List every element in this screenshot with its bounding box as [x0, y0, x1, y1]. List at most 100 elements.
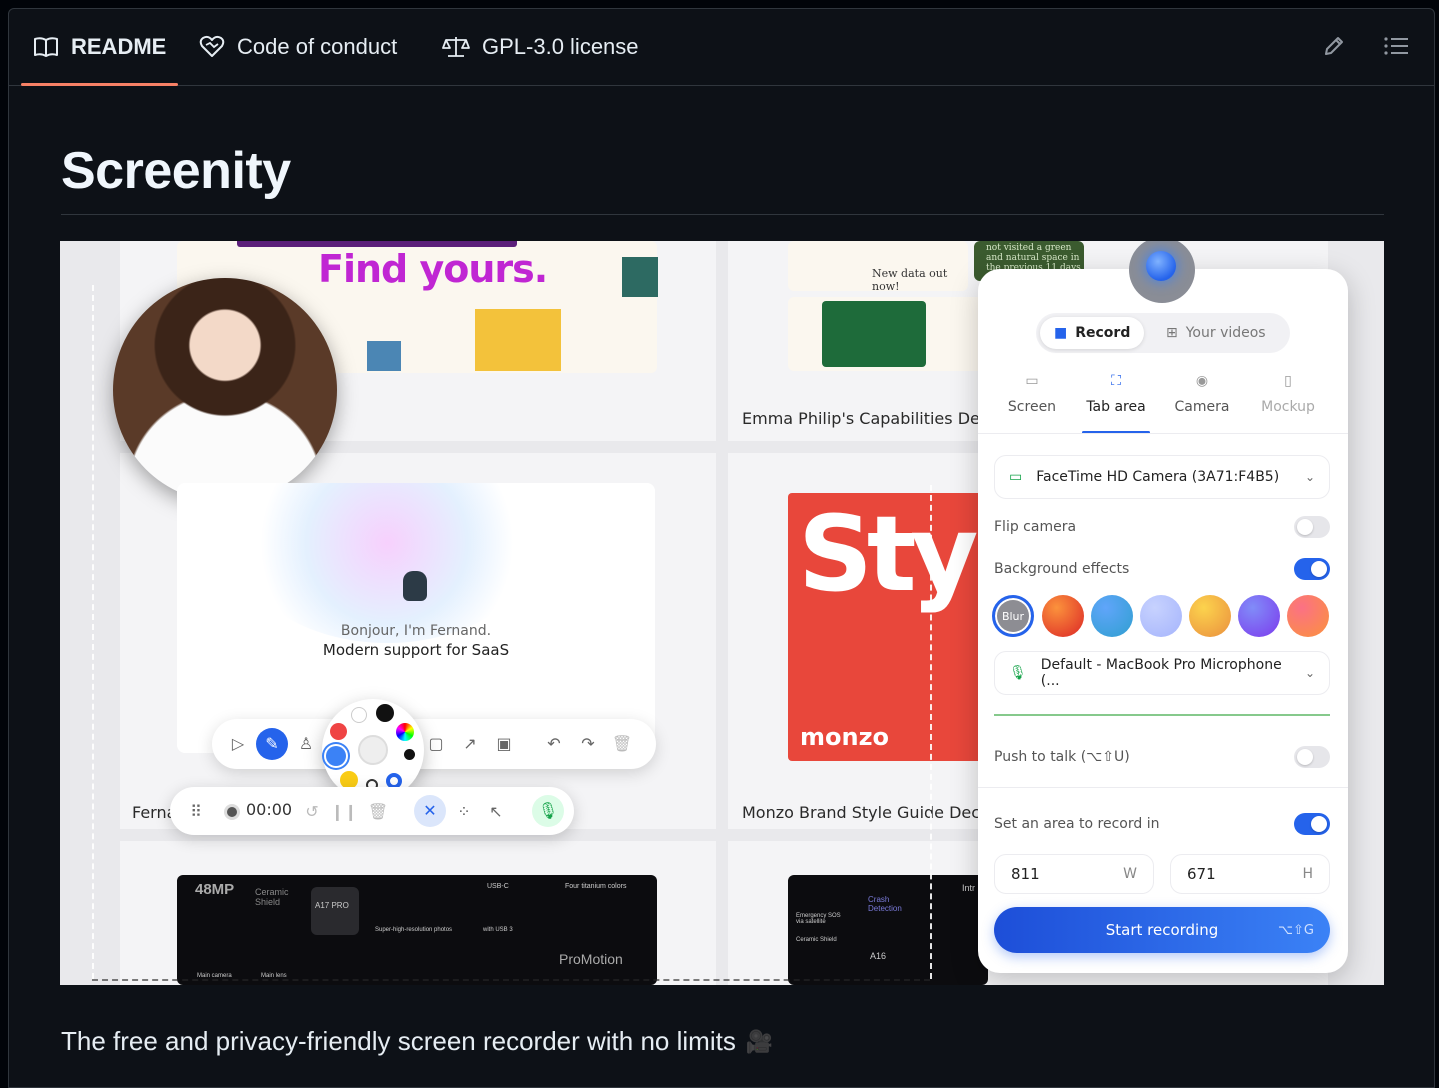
push-to-talk-toggle[interactable] — [1294, 746, 1330, 768]
flip-camera-toggle[interactable] — [1294, 516, 1330, 538]
spec-text: 48MP — [195, 881, 235, 898]
camera-select-value: FaceTime HD Camera (3A71:F4B5) — [1036, 469, 1280, 485]
gradient-glow — [237, 483, 537, 643]
background-swatch[interactable] — [1091, 595, 1133, 637]
trash-icon[interactable]: 🗑 — [366, 800, 390, 824]
cursor-icon[interactable]: ↖ — [484, 800, 508, 824]
color-swatch[interactable] — [396, 723, 414, 741]
color-swatch[interactable] — [404, 749, 415, 760]
divider — [978, 787, 1348, 788]
color-palette[interactable] — [322, 699, 424, 801]
edit-file-button[interactable] — [1319, 33, 1349, 63]
background-swatch[interactable] — [1189, 595, 1231, 637]
selection-edge — [930, 485, 932, 979]
start-recording-button[interactable]: Start recording ⌥⇧G — [994, 907, 1330, 953]
mode-screen[interactable]: ▭ Screen — [992, 373, 1072, 415]
monzo-logo: monzo — [800, 723, 890, 751]
image-icon[interactable]: ▣ — [492, 732, 516, 756]
width-field[interactable]: 811 W — [994, 854, 1154, 894]
background-effects-label: Background effects — [994, 561, 1130, 577]
mode-camera[interactable]: ◉ Camera — [1162, 373, 1242, 415]
spec-text: Super-high-resolution photos — [375, 927, 453, 933]
pencil-icon — [1322, 34, 1346, 63]
your-videos-segment[interactable]: ⊞ Your videos — [1152, 317, 1280, 349]
microphone-icon[interactable]: 🎙 — [532, 795, 564, 827]
fernand-line-2: Modern support for SaaS — [322, 641, 510, 659]
deck-slide — [822, 301, 926, 367]
spec-text: Ceramic Shield — [255, 887, 289, 907]
camera-bubble[interactable] — [113, 278, 337, 502]
flip-camera-label: Flip camera — [994, 519, 1077, 535]
highlighter-icon[interactable]: ♙ — [294, 732, 318, 756]
arrow-icon[interactable]: ↗ — [458, 732, 482, 756]
pen-icon[interactable]: ✎ — [256, 728, 288, 760]
push-to-talk-label: Push to talk (⌥⇧U) — [994, 749, 1130, 765]
chevron-down-icon: ⌄ — [1304, 666, 1315, 680]
tab-license[interactable]: GPL-3.0 license — [442, 9, 639, 85]
video-camera-icon: 🎥 — [745, 1028, 774, 1054]
flip-camera-row: Flip camera — [994, 515, 1330, 539]
recording-toolbar: ⠿ 00:00 ↺ ❙❙ 🗑 ✕ ⁘ ↖ 🎙 — [170, 787, 574, 835]
iphone-spec-sheet: Crash Detection Emergency SOS via satell… — [788, 875, 988, 985]
chevron-down-icon: ⌄ — [1304, 470, 1315, 484]
rectangle-icon[interactable]: ▢ — [424, 732, 448, 756]
hero-screenshot: Find yours. New data out now! not visite… — [60, 241, 1384, 985]
list-icon — [1383, 35, 1409, 62]
background-swatch[interactable] — [1287, 595, 1329, 637]
background-swatch[interactable] — [1238, 595, 1280, 637]
stop-icon[interactable] — [220, 800, 244, 824]
mode-label: Screen — [1007, 399, 1057, 415]
background-swatch[interactable] — [1042, 595, 1084, 637]
pointer-icon[interactable]: ▷ — [226, 732, 250, 756]
microphone-select[interactable]: 🎙 Default - MacBook Pro Microphone (... … — [994, 651, 1330, 695]
trash-icon[interactable]: 🗑 — [610, 732, 634, 756]
pause-icon[interactable]: ❙❙ — [331, 800, 358, 824]
record-area-toggle[interactable] — [1294, 813, 1330, 835]
crop-icon: ⛶ — [1111, 373, 1121, 389]
selection-edge — [92, 979, 930, 981]
record-segment[interactable]: ■ Record — [1040, 317, 1145, 349]
microphone-select-value: Default - MacBook Pro Microphone (... — [1040, 657, 1282, 689]
record-area-label: Set an area to record in — [994, 816, 1160, 832]
background-swatch[interactable] — [1140, 595, 1182, 637]
camera-select[interactable]: ▭ FaceTime HD Camera (3A71:F4B5) ⌄ — [994, 455, 1330, 499]
monzo-headline: Sty — [798, 493, 978, 615]
color-swatch[interactable] — [330, 723, 347, 740]
restart-icon[interactable]: ↺ — [300, 800, 324, 824]
outline-button[interactable] — [1381, 33, 1411, 63]
spec-text: USB-C — [487, 883, 509, 890]
tab-readme[interactable]: README — [20, 9, 179, 86]
tab-code-of-conduct[interactable]: Code of conduct — [199, 9, 397, 85]
height-field[interactable]: 671 H — [1170, 854, 1330, 894]
card-label: Emma Philip's Capabilities Deck — [742, 409, 998, 428]
redo-icon[interactable]: ↷ — [576, 732, 600, 756]
fernand-card: Bonjour, I'm Fernand. Modern support for… — [177, 483, 655, 753]
mode-tab-area[interactable]: ⛶ Tab area — [1076, 373, 1156, 434]
background-effects-toggle[interactable] — [1294, 558, 1330, 580]
spec-text: with USB 3 — [483, 927, 513, 933]
segment-label: Your videos — [1185, 325, 1266, 341]
swatch-label: Blur — [1001, 609, 1025, 623]
color-swatch[interactable] — [326, 746, 346, 766]
push-to-talk-row: Push to talk (⌥⇧U) — [994, 745, 1330, 769]
selection-edge — [92, 285, 94, 979]
record-area-row: Set an area to record in — [994, 812, 1330, 836]
drag-handle-icon[interactable]: ⠿ — [184, 800, 208, 824]
tab-label: README — [71, 34, 167, 59]
video-camera-icon: ■ — [1054, 325, 1068, 341]
blur-swatch[interactable]: Blur — [992, 595, 1034, 637]
grid-icon[interactable]: ⁘ — [452, 800, 476, 824]
card-label: Monzo Brand Style Guide Deck — [742, 803, 990, 822]
close-icon[interactable]: ✕ — [414, 795, 446, 827]
law-scale-icon — [442, 35, 470, 59]
color-swatch[interactable] — [351, 707, 367, 723]
readme-box: README Code of conduct GPL-3.0 license S… — [8, 8, 1435, 1088]
grid-icon: ⊞ — [1166, 325, 1178, 341]
undo-icon[interactable]: ↶ — [542, 732, 566, 756]
mode-mockup[interactable]: ▯ Mockup — [1248, 373, 1328, 415]
tab-label: GPL-3.0 license — [482, 34, 639, 59]
shortcut-hint: ⌥⇧G — [1278, 922, 1314, 938]
spec-text: Ceramic Shield — [796, 937, 837, 943]
eyedropper-icon[interactable] — [358, 735, 388, 765]
color-swatch[interactable] — [376, 704, 394, 722]
